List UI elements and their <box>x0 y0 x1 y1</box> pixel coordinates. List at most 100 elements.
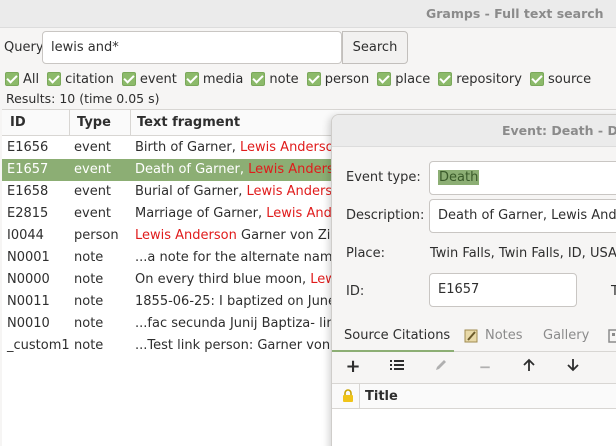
results-count: Results: 10 (time 0.05 s) <box>6 91 160 106</box>
tag-label: T <box>611 284 616 299</box>
cell-type: note <box>74 294 104 309</box>
share-existing-icon[interactable] <box>387 357 407 377</box>
event-type-field[interactable]: Death <box>429 161 616 195</box>
cell-type: note <box>74 316 104 331</box>
fragment-text: Marriage of Garner, <box>135 206 267 221</box>
fragment-text: Burial of Garner, <box>135 184 247 199</box>
column-header-id[interactable]: ID <box>10 115 26 130</box>
fragment-text: ...Test link person: Garner von Zie <box>135 338 355 353</box>
filter-place[interactable]: place <box>377 72 430 87</box>
cell-id: E2815 <box>7 206 49 221</box>
column-header-type[interactable]: Type <box>77 115 111 130</box>
cell-type: note <box>74 250 104 265</box>
cell-type: event <box>74 162 112 177</box>
column-divider[interactable] <box>69 110 70 136</box>
move-down-icon[interactable] <box>563 357 583 377</box>
tab-notes[interactable]: Notes <box>485 328 523 343</box>
checkbox-icon[interactable] <box>438 72 453 86</box>
checkbox-icon[interactable] <box>5 72 19 86</box>
cell-id: E1658 <box>7 184 49 199</box>
cell-text-fragment: Lewis Anderson Garner von Zielin <box>135 228 354 243</box>
tab-gallery[interactable]: Gallery <box>543 328 589 343</box>
id-field[interactable]: E1657 <box>429 273 577 307</box>
edit-icon[interactable] <box>431 357 451 377</box>
search-button[interactable]: Search <box>342 31 408 64</box>
notes-icon[interactable] <box>463 328 479 345</box>
fragment-text: Birth of Garner, <box>135 140 241 155</box>
query-label: Query: <box>4 40 47 55</box>
column-header-title[interactable]: Title <box>365 389 398 404</box>
cell-id: N0010 <box>7 316 50 331</box>
fragment-text: Death of Garner, <box>135 162 249 177</box>
column-divider <box>359 384 360 410</box>
filter-citation[interactable]: citation <box>47 72 114 87</box>
tab-more-icon[interactable] <box>608 328 616 345</box>
cell-text-fragment: On every third blue moon, Lewis <box>135 272 346 287</box>
id-value: E1657 <box>438 282 480 297</box>
checkbox-icon[interactable] <box>529 72 544 86</box>
filter-all[interactable]: All <box>5 72 39 87</box>
id-label: ID: <box>346 284 365 299</box>
fragment-text: ...a note for the alternate name o <box>135 250 353 265</box>
checkbox-icon[interactable] <box>121 72 136 86</box>
dialog-title: Event: Death - Dea <box>502 123 616 138</box>
checkbox-icon[interactable] <box>184 72 199 86</box>
cell-type: note <box>74 272 104 287</box>
cell-text-fragment: ...Test link person: Garner von Zie <box>135 338 355 353</box>
description-field[interactable]: Death of Garner, Lewis Anders <box>429 199 616 233</box>
citation-toolbar: + − <box>332 352 616 384</box>
column-divider[interactable] <box>130 110 131 136</box>
cell-id: I0044 <box>7 228 44 243</box>
match-highlight: Lewis Anderson <box>135 228 237 243</box>
add-icon[interactable]: + <box>343 357 363 377</box>
filter-bar: All citation event media note person pla… <box>5 70 599 88</box>
match-highlight: Lewis Anderson <box>240 140 342 155</box>
cell-text-fragment: Burial of Garner, Lewis Anderson <box>135 184 348 199</box>
checkbox-icon[interactable] <box>47 72 62 86</box>
dialog-tabs: Source Citations Notes Gallery <box>332 320 616 352</box>
event-dialog: Event: Death - Dea Event type: Death Des… <box>331 114 616 446</box>
column-header-text[interactable]: Text fragment <box>137 115 240 130</box>
window-title: Gramps - Full text search <box>426 6 604 21</box>
filter-media[interactable]: media <box>184 72 243 87</box>
cell-id: E1656 <box>7 140 49 155</box>
fragment-text: On every third blue moon, <box>135 272 311 287</box>
checkbox-icon[interactable] <box>251 72 266 86</box>
checkbox-icon[interactable] <box>377 72 392 86</box>
cell-type: event <box>74 184 112 199</box>
cell-id: _custom1 <box>7 338 70 353</box>
filter-person[interactable]: person <box>306 72 369 87</box>
filter-repository[interactable]: repository <box>438 72 522 87</box>
cell-type: person <box>74 228 119 243</box>
title-bar: Gramps - Full text search <box>0 0 616 28</box>
cell-id: N0011 <box>7 294 50 309</box>
event-type-label: Event type: <box>346 170 421 185</box>
fragment-text: ...fac secunda Junij Baptiza- lin <box>135 316 335 331</box>
filter-source[interactable]: source <box>529 72 591 87</box>
place-label: Place: <box>346 246 385 261</box>
move-up-icon[interactable] <box>519 357 539 377</box>
event-type-value: Death <box>438 170 480 185</box>
cell-text-fragment: Death of Garner, Lewis Anderson <box>135 162 350 177</box>
cell-text-fragment: ...a note for the alternate name o <box>135 250 353 265</box>
citation-list[interactable] <box>332 409 616 446</box>
filter-note[interactable]: note <box>251 72 299 87</box>
description-value: Death of Garner, Lewis Anders <box>438 208 616 223</box>
lock-icon <box>342 389 354 407</box>
filter-event[interactable]: event <box>121 72 177 87</box>
cell-id: E1657 <box>7 162 49 177</box>
remove-icon[interactable]: − <box>475 357 495 377</box>
tab-source-citations[interactable]: Source Citations <box>344 328 450 343</box>
place-value[interactable]: Twin Falls, Twin Falls, ID, USA [P <box>430 246 616 261</box>
cell-type: event <box>74 140 112 155</box>
checkbox-icon[interactable] <box>306 72 321 86</box>
cell-type: note <box>74 338 104 353</box>
citation-list-header: Title <box>332 383 616 410</box>
cell-id: N0001 <box>7 250 50 265</box>
query-input[interactable] <box>42 31 342 64</box>
cell-text-fragment: 1855-06-25: I baptized on June t <box>135 294 345 309</box>
cell-type: event <box>74 206 112 221</box>
cell-text-fragment: Marriage of Garner, Lewis Anders <box>135 206 352 221</box>
fragment-text: 1855-06-25: I baptized on June t <box>135 294 346 309</box>
description-label: Description: <box>346 208 425 223</box>
